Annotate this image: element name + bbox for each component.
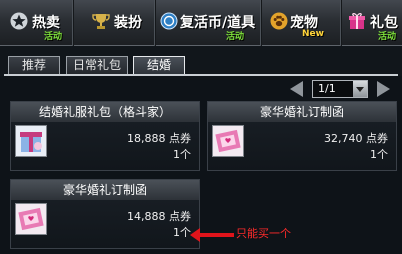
paw-icon	[270, 12, 288, 30]
product-quantity: 1个	[173, 226, 191, 239]
product-title: 结婚礼服礼包（格斗家）	[11, 102, 199, 122]
gift-box-icon	[15, 125, 47, 157]
category-hot-badge: 活动	[44, 32, 63, 42]
invitation-card-icon	[212, 125, 244, 157]
page-select[interactable]: 1/1	[312, 80, 368, 98]
category-pet[interactable]: 宠物 New	[262, 0, 342, 46]
tab-wedding[interactable]: 结婚	[133, 56, 185, 75]
trophy-icon	[92, 12, 110, 30]
product-card[interactable]: 结婚礼服礼包（格斗家） 18,888 点券 1个	[10, 101, 200, 171]
category-items-badge: 活动	[226, 32, 245, 42]
category-items[interactable]: 复活币/道具 活动	[156, 0, 262, 46]
product-price: 32,740 点券	[324, 132, 388, 145]
tab-recommend[interactable]: 推荐	[8, 56, 60, 75]
next-page-arrow-icon[interactable]	[377, 81, 390, 97]
annotation-text: 只能买一个	[236, 227, 291, 240]
product-quantity: 1个	[173, 148, 191, 161]
category-outfit-label: 装扮	[114, 15, 142, 31]
coin-icon	[160, 12, 178, 30]
product-price: 18,888 点券	[127, 132, 191, 145]
product-price: 14,888 点券	[127, 210, 191, 223]
category-pet-new-badge: New	[302, 29, 324, 39]
prev-page-arrow-icon[interactable]	[290, 81, 303, 97]
product-card[interactable]: 豪华婚礼订制函 32,740 点券 1个	[207, 101, 397, 171]
chevron-down-icon[interactable]	[353, 81, 367, 97]
product-card[interactable]: 豪华婚礼订制函 14,888 点券 1个	[10, 179, 200, 249]
category-gift-badge: 活动	[378, 32, 397, 42]
category-outfit[interactable]: 装扮	[74, 0, 156, 46]
tab-row	[0, 46, 402, 76]
annotation-arrow-icon	[190, 228, 234, 242]
product-quantity: 1个	[370, 148, 388, 161]
category-hot[interactable]: 热卖 活动	[0, 0, 74, 46]
page-select-value: 1/1	[318, 82, 336, 95]
gift-icon	[348, 12, 366, 30]
category-gift[interactable]: 礼包 活动	[342, 0, 402, 46]
tab-underline	[4, 74, 398, 76]
star-icon	[10, 12, 28, 30]
tab-daily-gift[interactable]: 日常礼包	[66, 56, 128, 75]
product-title: 豪华婚礼订制函	[208, 102, 396, 122]
invitation-card-icon	[15, 203, 47, 235]
product-title: 豪华婚礼订制函	[11, 180, 199, 200]
category-bar: 热卖 活动 装扮 复活币/道具 活动 宠物 New 礼包 活动	[0, 0, 402, 46]
